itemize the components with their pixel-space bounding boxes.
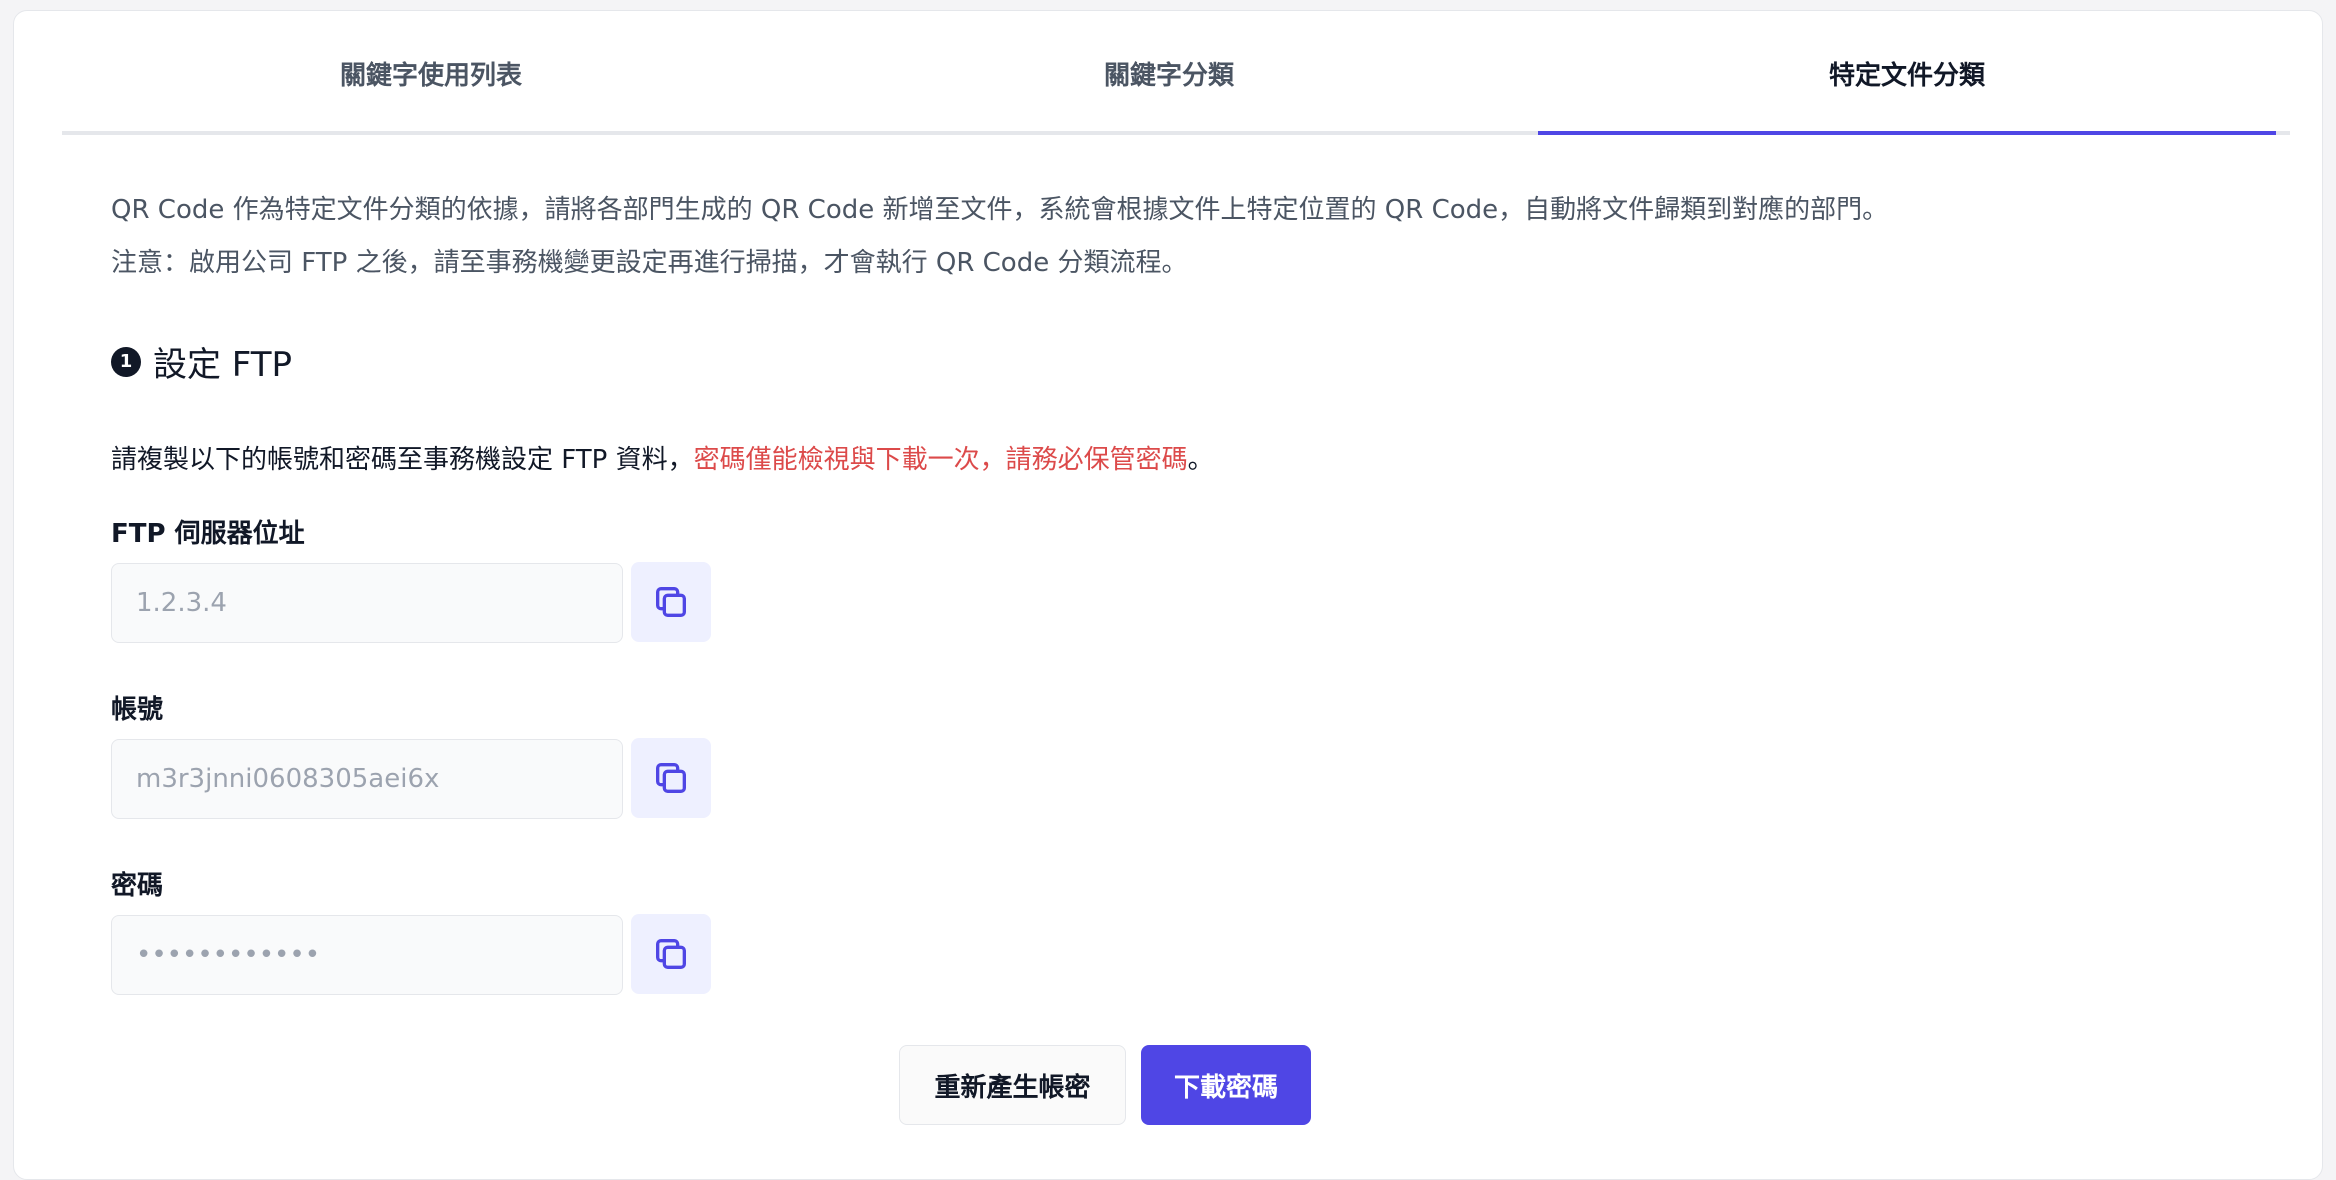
description-line-1: QR Code 作為特定文件分類的依據，請將各部門生成的 QR Code 新增至… (111, 195, 1889, 225)
copy-icon (656, 587, 686, 617)
download-password-button[interactable]: 下載密碼 (1141, 1045, 1311, 1125)
copy-server-button[interactable] (631, 562, 711, 642)
copy-password-button[interactable] (631, 914, 711, 994)
account-input[interactable] (111, 739, 623, 819)
copy-icon (656, 763, 686, 793)
section-title: 1 設定 FTP (111, 337, 292, 386)
instruction-end: 。 (1187, 445, 1214, 475)
tab-bar: 關鍵字使用列表 關鍵字分類 特定文件分類 (62, 55, 2290, 135)
instruction-warning: 密碼僅能檢視與下載一次，請務必保管密碼 (693, 445, 1188, 475)
password-input[interactable] (111, 915, 623, 995)
tab-keyword-category[interactable]: 關鍵字分類 (800, 55, 1538, 131)
account-label: 帳號 (111, 695, 164, 725)
description-line-2: 注意：啟用公司 FTP 之後，請至事務機變更設定再進行掃描，才會執行 QR Co… (111, 248, 1188, 278)
instruction-main: 請複製以下的帳號和密碼至事務機設定 FTP 資料， (111, 445, 694, 475)
ftp-server-label: FTP 伺服器位址 (111, 519, 305, 549)
ftp-server-input[interactable] (111, 563, 623, 643)
tab-keyword-usage-list[interactable]: 關鍵字使用列表 (62, 55, 800, 131)
copy-account-button[interactable] (631, 738, 711, 818)
copy-icon (656, 939, 686, 969)
tab-specific-document-category[interactable]: 特定文件分類 (1538, 55, 2276, 135)
password-label: 密碼 (111, 871, 164, 901)
instruction-text: 請複製以下的帳號和密碼至事務機設定 FTP 資料，密碼僅能檢視與下載一次，請務必… (111, 439, 1214, 476)
step-number-badge: 1 (111, 346, 141, 377)
settings-card: 關鍵字使用列表 關鍵字分類 特定文件分類 QR Code 作為特定文件分類的依據… (13, 10, 2323, 1180)
regenerate-credentials-button[interactable]: 重新產生帳密 (899, 1045, 1126, 1125)
section-title-text: 設定 FTP (153, 345, 293, 385)
